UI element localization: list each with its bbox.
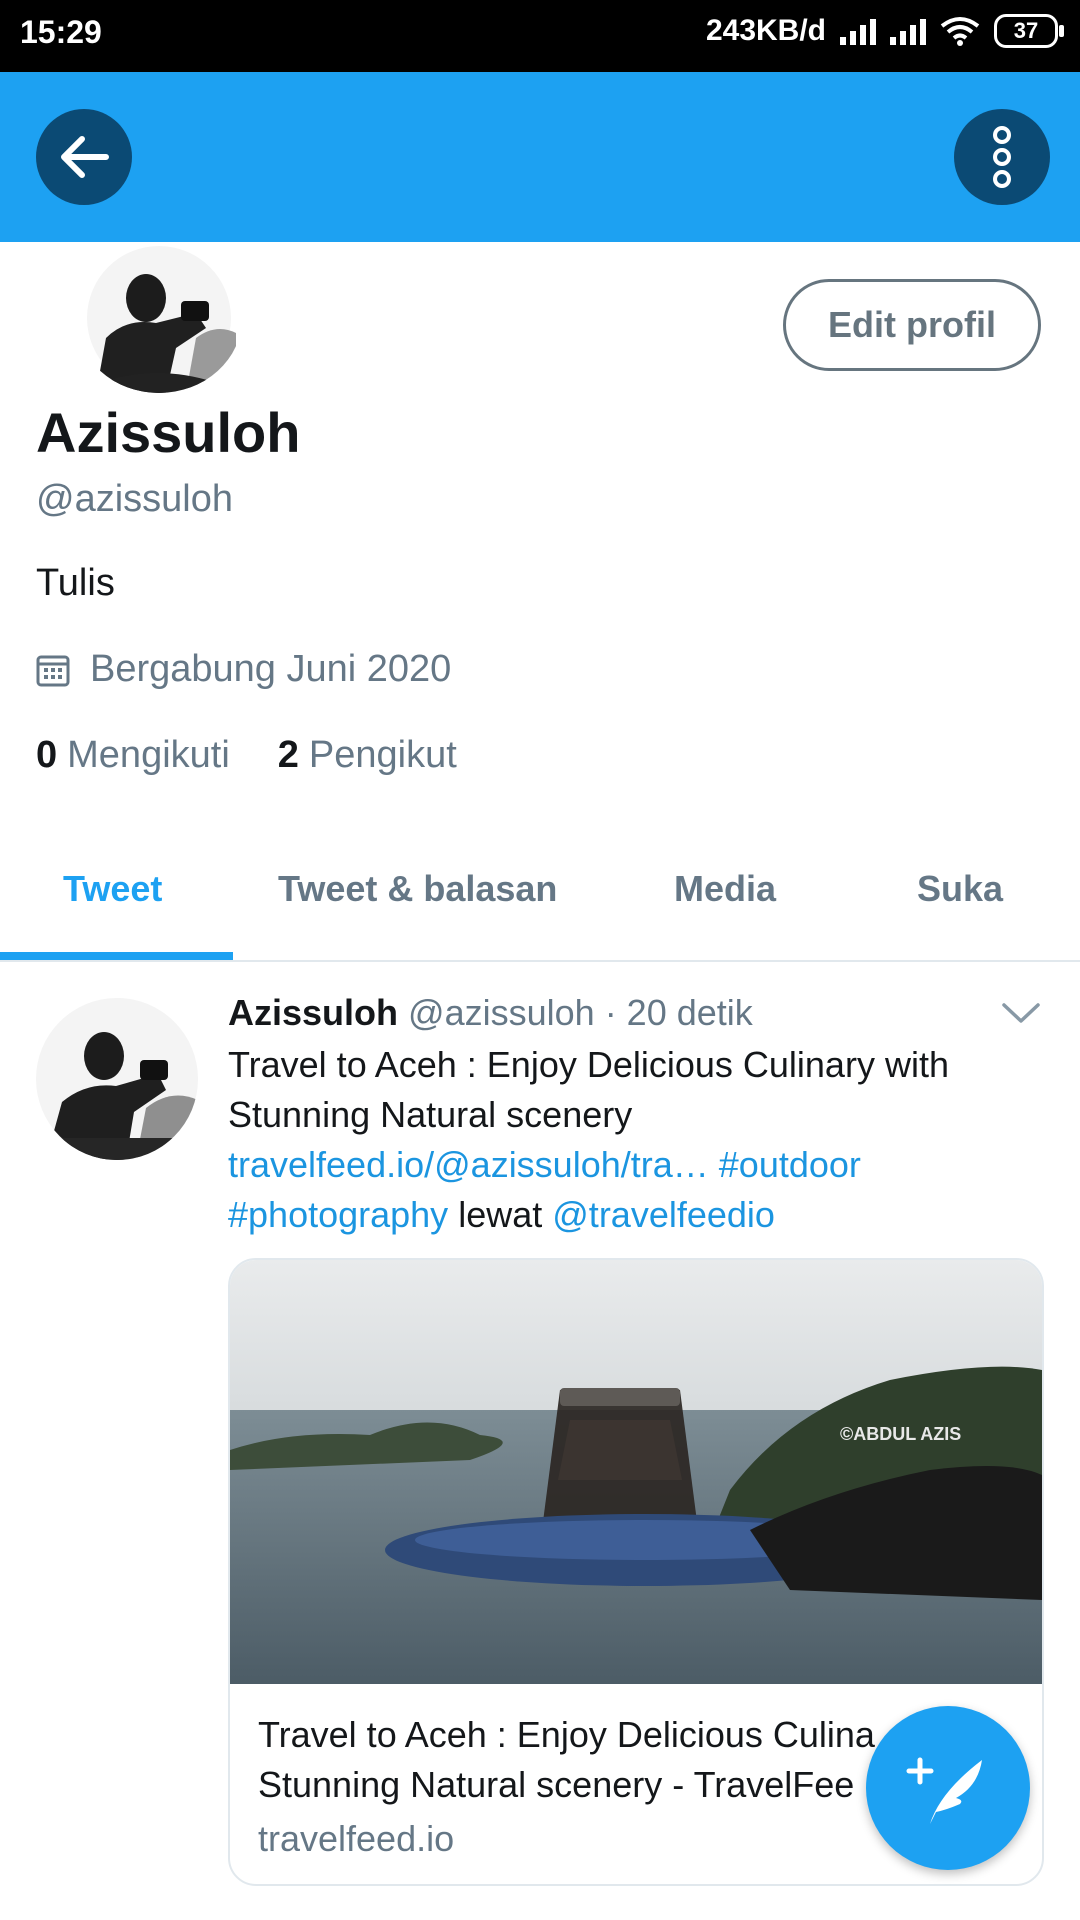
card-domain: travelfeed.io [258, 1818, 455, 1859]
battery-level: 37 [1013, 18, 1039, 43]
tab-likes[interactable]: Suka [917, 868, 1003, 910]
card-watermark: ©ABDUL AZIS [840, 1424, 961, 1444]
status-right: 243KB/d 37 [705, 14, 1064, 48]
compose-tweet-button[interactable] [866, 1706, 1030, 1870]
following-label: Mengikuti [67, 734, 230, 776]
following-link[interactable]: 0 Mengikuti [36, 734, 230, 777]
via-text: lewat [458, 1194, 543, 1235]
hashtag-outdoor[interactable]: #outdoor [719, 1144, 861, 1185]
tweet-header: Azissuloh @azissuloh · 20 detik [228, 992, 753, 1034]
signal-icon-1 [840, 17, 876, 45]
calendar-icon [36, 655, 70, 686]
follow-stats: 0 Mengikuti 2 Pengikut [36, 734, 457, 777]
profile-tabs: Tweet Tweet & balasan Media Suka [0, 840, 1080, 962]
tweet-author-avatar[interactable] [36, 998, 198, 1160]
wifi-icon [940, 17, 980, 46]
status-bar: 15:29 243KB/d 37 [0, 0, 1080, 72]
profile-avatar[interactable] [76, 243, 242, 393]
active-tab-indicator [0, 952, 233, 960]
signal-icon-2 [890, 17, 926, 45]
card-image: ©ABDUL AZIS [230, 1260, 1042, 1684]
network-speed: 243KB/d [705, 14, 826, 47]
mention-travelfeedio[interactable]: @travelfeedio [552, 1194, 775, 1235]
followers-link[interactable]: 2 Pengikut [278, 734, 457, 777]
tweet-text-line-2: Stunning Natural scenery [228, 1094, 633, 1135]
tweet-author-name[interactable]: Azissuloh [228, 992, 398, 1033]
tweet-text: Travel to Aceh : Enjoy Delicious Culinar… [228, 1040, 1018, 1240]
more-options-button[interactable] [954, 109, 1050, 205]
joined-date-row: Bergabung Juni 2020 [36, 648, 451, 691]
compose-tweet-icon [906, 1757, 982, 1824]
app-bar [0, 72, 1080, 242]
followers-count: 2 [277, 734, 299, 776]
back-arrow-icon [61, 136, 109, 178]
profile-avatar-image [76, 243, 242, 393]
following-count: 0 [36, 734, 58, 776]
tab-media[interactable]: Media [674, 868, 776, 910]
tab-tweet[interactable]: Tweet [63, 868, 162, 910]
status-time: 15:29 [20, 14, 102, 50]
more-vertical-icon [993, 126, 1011, 188]
hashtag-photography[interactable]: #photography [228, 1194, 448, 1235]
tweet-timestamp: · 20 detik [604, 992, 753, 1033]
followers-label: Pengikut [308, 734, 457, 776]
battery-icon: 37 [994, 14, 1064, 48]
edit-profile-button[interactable]: Edit profil [783, 279, 1041, 371]
joined-date-text: Bergabung Juni 2020 [90, 648, 452, 690]
profile-bio: Tulis [36, 562, 115, 604]
tweet-text-line-1: Travel to Aceh : Enjoy Delicious Culinar… [228, 1044, 949, 1085]
back-button[interactable] [36, 109, 132, 205]
tweet-avatar-image [36, 998, 198, 1160]
tweet-author-handle: @azissuloh [408, 992, 595, 1033]
tab-tweet-replies[interactable]: Tweet & balasan [278, 868, 557, 910]
tweet-link[interactable]: travelfeed.io/@azissuloh/tra… [228, 1144, 709, 1185]
profile-display-name: Azissuloh [36, 401, 301, 464]
chevron-down-icon[interactable] [1001, 1001, 1041, 1025]
profile-handle: @azissuloh [36, 478, 233, 520]
